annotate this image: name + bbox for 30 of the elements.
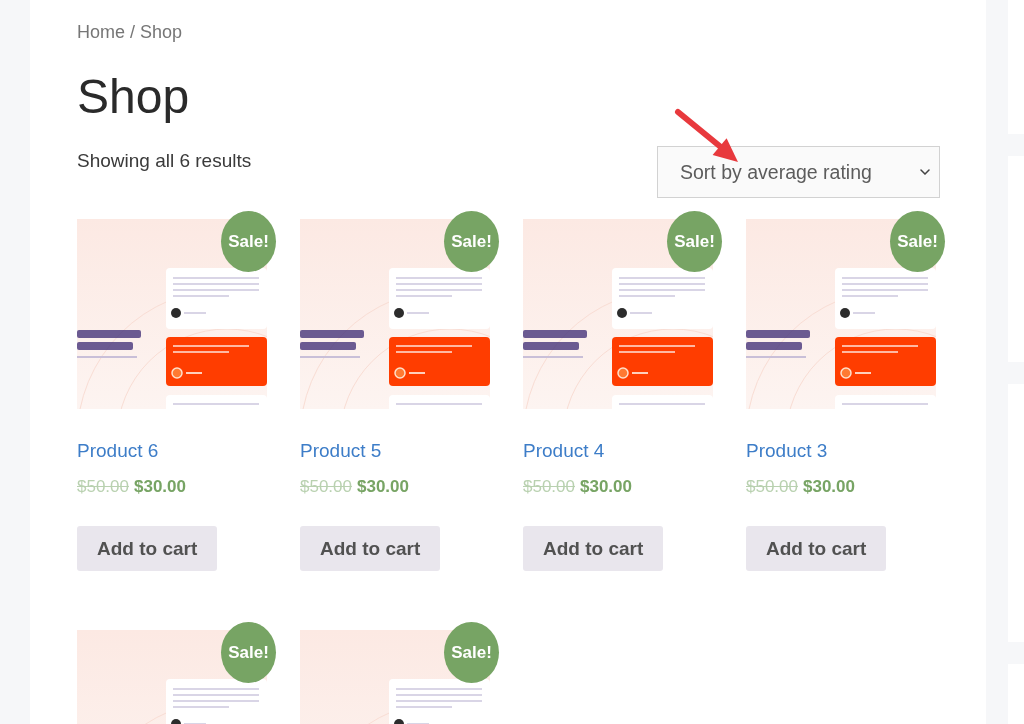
product-title-link[interactable]: Product 4 xyxy=(523,438,605,464)
add-to-cart-button[interactable]: Add to cart xyxy=(746,526,887,571)
regular-price: $50.00 xyxy=(300,476,352,498)
add-to-cart-button[interactable]: Add to cart xyxy=(523,526,664,571)
add-to-cart-button[interactable]: Add to cart xyxy=(300,526,441,571)
breadcrumb-separator: / xyxy=(130,21,136,44)
sale-badge: Sale! xyxy=(444,622,499,683)
sale-price: $30.00 xyxy=(357,476,409,498)
regular-price: $50.00 xyxy=(523,476,575,498)
breadcrumb-current: Shop xyxy=(140,21,183,44)
sale-badge: Sale! xyxy=(221,622,276,683)
sale-badge: Sale! xyxy=(667,211,722,272)
sale-badge: Sale! xyxy=(221,211,276,272)
sale-price: $30.00 xyxy=(803,476,855,498)
regular-price: $50.00 xyxy=(746,476,798,498)
regular-price: $50.00 xyxy=(77,476,129,498)
sale-price: $30.00 xyxy=(580,476,632,498)
breadcrumb-link[interactable]: Home xyxy=(77,20,125,44)
result-count: Showing all 6 results xyxy=(77,149,252,173)
add-to-cart-button[interactable]: Add to cart xyxy=(77,526,218,571)
product-title-link[interactable]: Product 3 xyxy=(746,438,828,464)
sale-price: $30.00 xyxy=(134,476,186,498)
sort-dropdown[interactable]: Sort by average rating xyxy=(657,146,940,198)
page-title: Shop xyxy=(77,69,190,125)
sale-badge: Sale! xyxy=(890,211,945,272)
annotation-arrow xyxy=(674,107,739,163)
chevron-down-icon xyxy=(920,169,930,175)
product-title-link[interactable]: Product 6 xyxy=(77,438,159,464)
product-title-link[interactable]: Product 5 xyxy=(300,438,382,464)
sale-badge: Sale! xyxy=(444,211,499,272)
